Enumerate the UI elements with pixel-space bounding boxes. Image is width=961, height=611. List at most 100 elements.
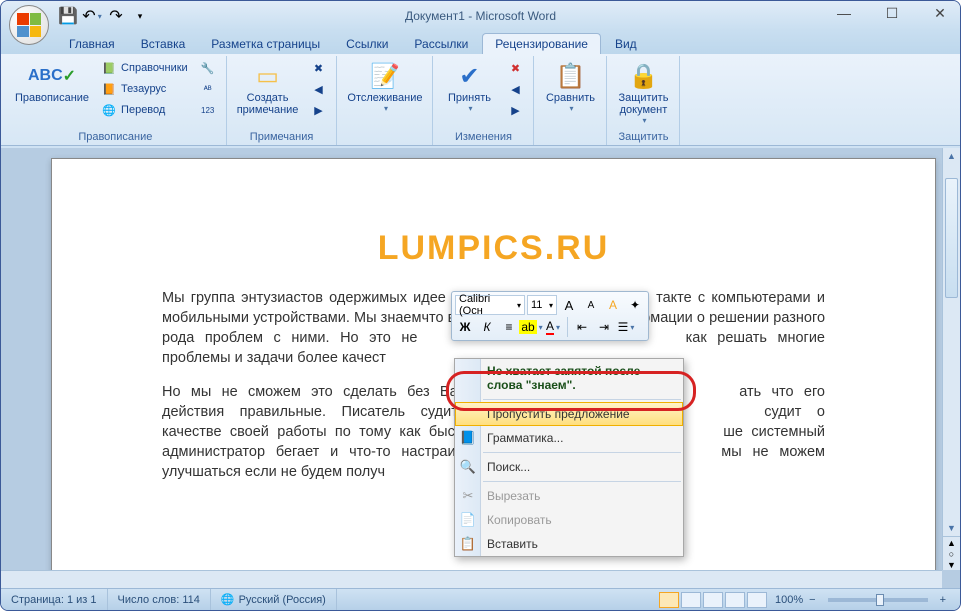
ctx-skip-sentence[interactable]: Пропустить предложение bbox=[455, 402, 683, 426]
bold-button[interactable]: Ж bbox=[455, 317, 475, 337]
shrink-font-button[interactable]: A bbox=[581, 295, 601, 315]
next-change-button[interactable]: ▶ bbox=[503, 100, 527, 120]
scroll-down-button[interactable]: ▼ bbox=[943, 520, 960, 536]
zoom-knob[interactable] bbox=[876, 594, 884, 606]
highlight-icon: ab bbox=[519, 320, 536, 334]
ctx-grammar[interactable]: 📘Грамматика... bbox=[455, 426, 683, 450]
scroll-up-button[interactable]: ▲ bbox=[943, 148, 960, 164]
view-full-screen[interactable] bbox=[681, 592, 701, 608]
zoom-level[interactable]: 100% bbox=[775, 594, 803, 606]
office-button[interactable] bbox=[9, 5, 49, 45]
view-outline[interactable] bbox=[725, 592, 745, 608]
undo-button[interactable]: ↶ bbox=[81, 6, 103, 26]
translate-button[interactable]: 🌐Перевод bbox=[97, 100, 192, 120]
chevron-down-icon: ▾ bbox=[138, 11, 143, 22]
delete-comment-button[interactable]: ✖ bbox=[306, 58, 330, 78]
tab-home[interactable]: Главная bbox=[57, 34, 127, 54]
thesaurus-icon: 📙 bbox=[101, 81, 117, 97]
ctx-search[interactable]: 🔍Поиск... bbox=[455, 455, 683, 479]
lang-tool-1[interactable]: 🔧 bbox=[196, 58, 220, 78]
tab-references[interactable]: Ссылки bbox=[334, 34, 400, 54]
tool-icon: 🔧 bbox=[200, 60, 216, 76]
scroll-thumb[interactable] bbox=[945, 178, 958, 298]
accept-button[interactable]: ✔ Принять bbox=[439, 58, 499, 115]
bullets-button[interactable]: ☰ bbox=[616, 317, 636, 337]
tab-review[interactable]: Рецензирование bbox=[482, 33, 601, 54]
spelling-button[interactable]: ABC✓ Правописание bbox=[11, 58, 93, 106]
redo-button[interactable]: ↷ bbox=[105, 6, 127, 26]
undo-icon: ↶ bbox=[82, 6, 95, 26]
browse-next[interactable]: ▼ bbox=[943, 559, 960, 570]
view-draft[interactable] bbox=[747, 592, 767, 608]
view-web[interactable] bbox=[703, 592, 723, 608]
reject-button[interactable]: ✖ bbox=[503, 58, 527, 78]
compare-button[interactable]: 📋 Сравнить bbox=[540, 58, 600, 115]
tab-mailings[interactable]: Рассылки bbox=[402, 34, 480, 54]
zoom-slider[interactable] bbox=[828, 598, 928, 602]
save-button[interactable]: 💾 bbox=[57, 6, 79, 26]
office-logo-icon bbox=[17, 13, 41, 37]
format-painter-button[interactable]: ✦ bbox=[625, 295, 645, 315]
horizontal-scrollbar[interactable] bbox=[1, 570, 942, 588]
italic-button[interactable]: К bbox=[477, 317, 497, 337]
font-color-button[interactable]: A bbox=[543, 317, 563, 337]
research-button[interactable]: 📗Справочники bbox=[97, 58, 192, 78]
comment-icon: ▭ bbox=[256, 60, 279, 92]
prev-change-icon: ◀ bbox=[507, 81, 523, 97]
browse-prev[interactable]: ▲ bbox=[943, 537, 960, 548]
ctx-paste[interactable]: 📋Вставить bbox=[455, 532, 683, 556]
tab-view[interactable]: Вид bbox=[603, 34, 649, 54]
group-tracking: 📝 Отслеживание bbox=[337, 56, 433, 145]
font-color-icon: A bbox=[546, 319, 554, 335]
grow-font-icon: A bbox=[565, 298, 574, 313]
status-word-count[interactable]: Число слов: 114 bbox=[108, 589, 211, 610]
grammar-icon: 📘 bbox=[459, 430, 477, 446]
track-changes-button[interactable]: 📝 Отслеживание bbox=[343, 58, 426, 115]
ribbon: ABC✓ Правописание 📗Справочники 📙Тезаурус… bbox=[1, 54, 960, 146]
reject-icon: ✖ bbox=[507, 60, 523, 76]
grow-font-button[interactable]: A bbox=[559, 295, 579, 315]
vertical-scrollbar[interactable]: ▲ ▼ ▲ ○ ▼ bbox=[942, 148, 960, 570]
next-comment-button[interactable]: ▶ bbox=[306, 100, 330, 120]
thesaurus-button[interactable]: 📙Тезаурус bbox=[97, 79, 192, 99]
qat-customize[interactable]: ▾ bbox=[129, 6, 151, 26]
close-button[interactable]: ✕ bbox=[926, 3, 954, 23]
search-icon: 🔍 bbox=[459, 459, 477, 475]
browse-select[interactable]: ○ bbox=[943, 548, 960, 559]
accept-icon: ✔ bbox=[459, 60, 479, 92]
context-menu: Не хватает запятой после слова "знаем". … bbox=[454, 358, 684, 557]
size-combo[interactable]: 11▾ bbox=[527, 295, 557, 315]
minimize-button[interactable]: — bbox=[830, 3, 858, 23]
next-change-icon: ▶ bbox=[507, 102, 523, 118]
prev-comment-button[interactable]: ◀ bbox=[306, 79, 330, 99]
italic-icon: К bbox=[483, 320, 490, 334]
word-count-button[interactable]: 123 bbox=[196, 100, 220, 120]
word-window: 💾 ↶ ↷ ▾ Документ1 - Microsoft Word — ☐ ✕… bbox=[0, 0, 961, 611]
status-page[interactable]: Страница: 1 из 1 bbox=[1, 589, 108, 610]
maximize-button[interactable]: ☐ bbox=[878, 3, 906, 23]
status-language[interactable]: 🌐Русский (Россия) bbox=[211, 589, 337, 610]
zoom-out-button[interactable]: − bbox=[805, 594, 819, 606]
style-button[interactable]: A bbox=[603, 295, 623, 315]
save-icon: 💾 bbox=[58, 6, 78, 26]
count-icon: 123 bbox=[200, 102, 216, 118]
spell-error[interactable]: улучшаться bbox=[162, 464, 241, 480]
font-combo[interactable]: Calibri (Осн▾ bbox=[455, 295, 525, 315]
tab-layout[interactable]: Разметка страницы bbox=[199, 34, 332, 54]
protect-button[interactable]: 🔒 Защитить документ bbox=[613, 58, 673, 127]
group-compare: 📋 Сравнить bbox=[534, 56, 607, 145]
zoom-in-button[interactable]: + bbox=[936, 594, 950, 606]
inc-indent-button[interactable]: ⇥ bbox=[594, 317, 614, 337]
prev-change-button[interactable]: ◀ bbox=[503, 79, 527, 99]
view-print-layout[interactable] bbox=[659, 592, 679, 608]
titlebar: 💾 ↶ ↷ ▾ Документ1 - Microsoft Word — ☐ ✕ bbox=[1, 1, 960, 31]
lang-tool-2[interactable]: ᴬᴮ bbox=[196, 79, 220, 99]
center-button[interactable]: ≡ bbox=[499, 317, 519, 337]
dec-indent-button[interactable]: ⇤ bbox=[572, 317, 592, 337]
bullets-icon: ☰ bbox=[618, 320, 629, 334]
group-comments: ▭ Создать примечание ✖ ◀ ▶ Примечания bbox=[227, 56, 338, 145]
grammar-error-znaem[interactable]: знаем bbox=[381, 310, 422, 326]
tab-insert[interactable]: Вставка bbox=[129, 34, 198, 54]
new-comment-button[interactable]: ▭ Создать примечание bbox=[233, 58, 303, 118]
highlight-button[interactable]: ab bbox=[521, 317, 541, 337]
